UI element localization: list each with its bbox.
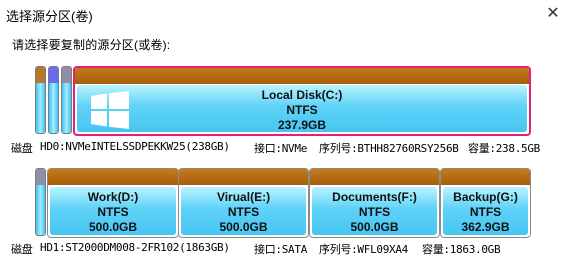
small-partition[interactable]: [35, 168, 46, 236]
disk-label: 磁盘: [11, 142, 33, 155]
partition-name: Documents(F:): [332, 190, 417, 204]
partition-fs: NTFS: [469, 205, 502, 219]
disk-interface: 接口:NVMe: [254, 142, 308, 155]
disk-model: HD0:NVMeINTELSSDPEKKW25(238GB): [40, 140, 230, 153]
partition-size: 500.0GB: [219, 220, 268, 234]
small-partition[interactable]: [48, 66, 59, 134]
partition-size: 500.0GB: [88, 220, 138, 234]
disk-serial: 序列号:WFL09XA4: [319, 243, 409, 256]
partition-cap: [75, 68, 529, 84]
disk-capacity: 容量:1863.0GB: [422, 243, 501, 256]
partition-name: Local Disk(C:): [261, 88, 343, 102]
disk-serial: 序列号:BTHH82760RSY256B: [319, 142, 459, 155]
partition-cap: [49, 67, 58, 83]
partition-body: Work(D:) NTFS 500.0GB: [50, 187, 176, 235]
close-icon[interactable]: ✕: [540, 2, 566, 26]
partition-name: Virual(E:): [216, 190, 271, 204]
partition-body: Backup(G:) NTFS 362.9GB: [443, 187, 528, 235]
partition-cap: [179, 169, 308, 185]
partition-e[interactable]: Virual(E:) NTFS 500.0GB: [178, 168, 309, 238]
partition-body: [62, 83, 71, 133]
partition-c[interactable]: Local Disk(C:) NTFS 237.9GB: [73, 66, 531, 136]
partition-f[interactable]: Documents(F:) NTFS 500.0GB: [309, 168, 440, 238]
disk-interface: 接口:SATA: [254, 243, 308, 256]
disk-1: Work(D:) NTFS 500.0GB Virual(E:) NTFS 50…: [0, 168, 568, 257]
partition-d[interactable]: Work(D:) NTFS 500.0GB: [47, 168, 179, 238]
partition-fs: NTFS: [286, 103, 318, 117]
partition-body: [36, 83, 45, 133]
partition-body: Documents(F:) NTFS 500.0GB: [312, 187, 437, 235]
partition-name: Backup(G:): [453, 190, 518, 204]
partition-cap: [310, 169, 439, 185]
partition-fs: NTFS: [227, 205, 260, 219]
partition-body: [49, 83, 58, 133]
disk-capacity: 容量:238.5GB: [468, 142, 540, 155]
partition-cap: [441, 169, 530, 185]
partition-size: 362.9GB: [461, 220, 510, 234]
partition-cap: [36, 169, 45, 185]
partition-size: 500.0GB: [350, 220, 399, 234]
partition-cap: [36, 67, 45, 83]
partition-body: Local Disk(C:) NTFS 237.9GB: [77, 85, 527, 132]
partition-fs: NTFS: [97, 205, 129, 219]
partition-fs: NTFS: [358, 205, 391, 219]
window-title: 选择源分区(卷): [6, 9, 93, 24]
disk-0: Local Disk(C:) NTFS 237.9GB 磁盘 HD0:NVMeI…: [0, 66, 568, 156]
title-bar: 选择源分区(卷) ✕: [0, 0, 568, 29]
partition-cap: [62, 67, 71, 83]
partition-g[interactable]: Backup(G:) NTFS 362.9GB: [440, 168, 531, 238]
disk-label: 磁盘: [11, 243, 33, 256]
prompt-text: 请选择要复制的源分区(或卷):: [12, 38, 171, 52]
small-partition[interactable]: [35, 66, 46, 134]
partition-name: Work(D:): [87, 190, 139, 204]
partition-size: 237.9GB: [277, 118, 327, 132]
disk-model: HD1:ST2000DM008-2FR102(1863GB): [40, 241, 230, 254]
partition-cap: [48, 169, 178, 185]
small-partition[interactable]: [61, 66, 72, 134]
partition-body: Virual(E:) NTFS 500.0GB: [181, 187, 306, 235]
partition-body: [36, 185, 45, 235]
